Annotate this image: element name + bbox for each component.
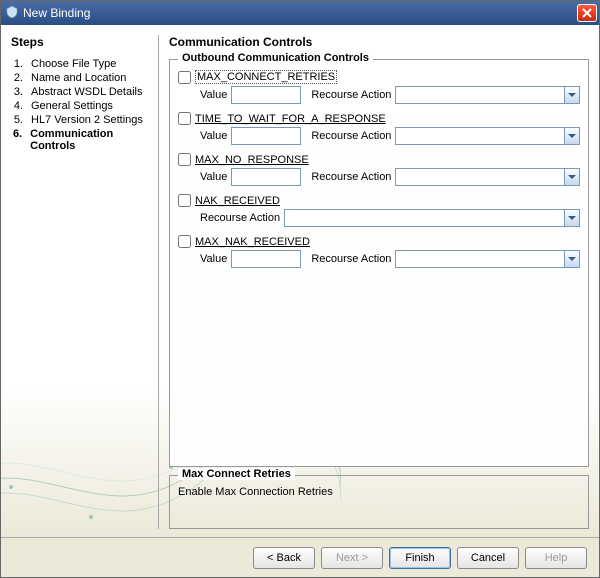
steps-sidebar: Steps 1.Choose File Type 2.Name and Loca… — [11, 35, 159, 529]
wizard-body: Steps 1.Choose File Type 2.Name and Loca… — [1, 25, 599, 537]
main-panel: Communication Controls Outbound Communic… — [169, 35, 589, 529]
back-button[interactable]: < Back — [253, 547, 315, 569]
next-button[interactable]: Next > — [321, 547, 383, 569]
control-label: MAX_CONNECT_RETRIES — [195, 70, 337, 84]
nak-received-checkbox[interactable] — [178, 194, 191, 207]
time-to-wait-value-input[interactable] — [231, 127, 301, 145]
control-label: MAX_NO_RESPONSE — [195, 154, 309, 166]
combo-input[interactable] — [395, 86, 564, 104]
chevron-down-icon[interactable] — [564, 209, 580, 227]
value-label: Value — [200, 130, 227, 142]
control-label: TIME_TO_WAIT_FOR_A_RESPONSE — [195, 113, 386, 125]
finish-button[interactable]: Finish — [389, 547, 451, 569]
max-no-response-value-input[interactable] — [231, 168, 301, 186]
max-nak-received-value-input[interactable] — [231, 250, 301, 268]
time-to-wait-recourse-combo[interactable] — [395, 127, 580, 145]
help-button[interactable]: Help — [525, 547, 587, 569]
value-label: Value — [200, 171, 227, 183]
control-nak-received: NAK_RECEIVED Recourse Action — [178, 194, 580, 227]
step-item: 1.Choose File Type — [11, 57, 152, 71]
recourse-label: Recourse Action — [311, 130, 391, 142]
steps-list: 1.Choose File Type 2.Name and Location 3… — [11, 57, 152, 153]
control-time-to-wait: TIME_TO_WAIT_FOR_A_RESPONSE Value Recour… — [178, 112, 580, 145]
description-box: Max Connect Retries Enable Max Connectio… — [169, 475, 589, 529]
combo-input[interactable] — [395, 127, 564, 145]
control-max-connect-retries: MAX_CONNECT_RETRIES Value Recourse Actio… — [178, 70, 580, 104]
wizard-window: New Binding Steps 1.Choose File Type 2.N… — [0, 0, 600, 578]
nak-received-recourse-combo[interactable] — [284, 209, 580, 227]
outbound-controls-group: Outbound Communication Controls MAX_CONN… — [169, 59, 589, 467]
max-connect-retries-checkbox[interactable] — [178, 71, 191, 84]
step-item: 5.HL7 Version 2 Settings — [11, 113, 152, 127]
max-no-response-recourse-combo[interactable] — [395, 168, 580, 186]
wizard-buttons: < Back Next > Finish Cancel Help — [1, 537, 599, 577]
chevron-down-icon[interactable] — [564, 86, 580, 104]
control-max-nak-received: MAX_NAK_RECEIVED Value Recourse Action — [178, 235, 580, 268]
recourse-label: Recourse Action — [200, 212, 280, 224]
close-button[interactable] — [577, 4, 597, 22]
description-title: Max Connect Retries — [178, 468, 295, 480]
chevron-down-icon[interactable] — [564, 168, 580, 186]
description-text: Enable Max Connection Retries — [178, 486, 580, 498]
max-no-response-checkbox[interactable] — [178, 153, 191, 166]
time-to-wait-checkbox[interactable] — [178, 112, 191, 125]
recourse-label: Recourse Action — [311, 89, 391, 101]
step-item: 3.Abstract WSDL Details — [11, 85, 152, 99]
app-icon — [5, 5, 19, 22]
chevron-down-icon[interactable] — [564, 250, 580, 268]
step-item: 4.General Settings — [11, 99, 152, 113]
steps-heading: Steps — [11, 35, 152, 49]
cancel-button[interactable]: Cancel — [457, 547, 519, 569]
recourse-label: Recourse Action — [311, 253, 391, 265]
chevron-down-icon[interactable] — [564, 127, 580, 145]
window-title: New Binding — [23, 6, 90, 20]
max-connect-retries-value-input[interactable] — [231, 86, 301, 104]
titlebar: New Binding — [1, 1, 599, 25]
max-nak-received-checkbox[interactable] — [178, 235, 191, 248]
value-label: Value — [200, 253, 227, 265]
recourse-label: Recourse Action — [311, 171, 391, 183]
step-item: 2.Name and Location — [11, 71, 152, 85]
combo-input[interactable] — [395, 168, 564, 186]
step-item-active: 6.Communication Controls — [11, 127, 152, 153]
max-nak-received-recourse-combo[interactable] — [395, 250, 580, 268]
close-icon — [582, 8, 592, 18]
control-label: NAK_RECEIVED — [195, 195, 280, 207]
combo-input[interactable] — [395, 250, 564, 268]
control-label: MAX_NAK_RECEIVED — [195, 236, 310, 248]
value-label: Value — [200, 89, 227, 101]
control-max-no-response: MAX_NO_RESPONSE Value Recourse Action — [178, 153, 580, 186]
combo-input[interactable] — [284, 209, 564, 227]
group-title: Outbound Communication Controls — [178, 52, 373, 64]
page-title: Communication Controls — [169, 35, 589, 49]
max-connect-retries-recourse-combo[interactable] — [395, 86, 580, 104]
